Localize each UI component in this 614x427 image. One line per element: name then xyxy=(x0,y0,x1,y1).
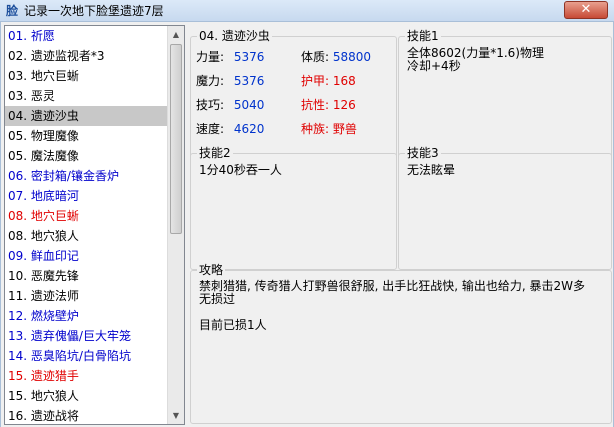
app-icon: 脸 xyxy=(5,4,18,18)
list-item[interactable]: 07. 地底暗河 xyxy=(5,186,168,206)
strength-value: 5376 xyxy=(233,50,265,64)
skill-value: 5040 xyxy=(233,98,265,112)
scroll-up-icon[interactable]: ▲ xyxy=(168,26,184,43)
skill2-title: 技能2 xyxy=(197,146,233,160)
skill-row: 技巧: 5040 xyxy=(196,97,264,113)
list-item[interactable]: 05. 物理魔像 xyxy=(5,126,168,146)
guide-title: 攻略 xyxy=(197,263,226,277)
resist-value: 126 xyxy=(332,98,356,112)
strength-row: 力量: 5376 xyxy=(196,49,264,65)
skill3-text: 无法眩晕 xyxy=(407,163,456,177)
magic-label: 魔力: xyxy=(196,74,225,88)
list-item[interactable]: 04. 遗迹沙虫 xyxy=(5,106,168,126)
race-row: 种族: 野兽 xyxy=(301,121,357,137)
race-value: 野兽 xyxy=(332,122,357,136)
list-item[interactable]: 02. 遗迹监视者*3 xyxy=(5,46,168,66)
scroll-thumb[interactable] xyxy=(170,44,182,234)
guide-group: 攻略 禁刺猎猎, 传奇猎人打野兽很舒服, 出手比狂战快, 输出也给力, 暴击2W… xyxy=(190,263,612,424)
stats-group: 04. 遗迹沙虫 力量: 5376 体质: 58800 魔力: 5376 护甲:… xyxy=(190,29,397,163)
skill1-text: 全体8602(力量*1.6)物理 冷却+4秒 xyxy=(407,46,544,73)
monster-list: 01. 祈愿 02. 遗迹监视者*3 03. 地穴巨蜥 03. 恶灵 04. 遗迹沙虫 0… xyxy=(5,26,168,424)
speed-row: 速度: 4620 xyxy=(196,121,264,137)
skill1-group: 技能1 全体8602(力量*1.6)物理 冷却+4秒 xyxy=(398,29,612,163)
constitution-row: 体质: 58800 xyxy=(301,49,371,65)
skill3-group: 技能3 无法眩晕 xyxy=(398,146,612,270)
list-item[interactable]: 03. 地穴巨蜥 xyxy=(5,66,168,86)
list-item[interactable]: 09. 鲜血印记 xyxy=(5,246,168,266)
list-item[interactable]: 15. 地穴狼人 xyxy=(5,386,168,406)
list-item[interactable]: 14. 恶臭陷坑/白骨陷坑 xyxy=(5,346,168,366)
list-item[interactable]: 11. 遗迹法师 xyxy=(5,286,168,306)
list-item[interactable]: 06. 密封箱/镶金香炉 xyxy=(5,166,168,186)
window-client: 01. 祈愿 02. 遗迹监视者*3 03. 地穴巨蜥 03. 恶灵 04. 遗迹沙虫 0… xyxy=(0,22,614,427)
monster-list-box: 01. 祈愿 02. 遗迹监视者*3 03. 地穴巨蜥 03. 恶灵 04. 遗迹沙虫 0… xyxy=(4,25,185,425)
skill2-text: 1分40秒吞一人 xyxy=(199,163,282,177)
list-item[interactable]: 10. 恶魔先锋 xyxy=(5,266,168,286)
list-item[interactable]: 01. 祈愿 xyxy=(5,26,168,46)
skill2-group: 技能2 1分40秒吞一人 xyxy=(190,146,397,270)
title-bar: 脸 记录一次地下脸堡遗迹7层 ✕ xyxy=(0,0,614,22)
window-title: 记录一次地下脸堡遗迹7层 xyxy=(24,4,164,18)
guide-text: 禁刺猎猎, 传奇猎人打野兽很舒服, 出手比狂战快, 输出也给力, 暴击2W多 无… xyxy=(199,279,586,332)
list-scrollbar[interactable]: ▲ ▼ xyxy=(167,26,184,424)
list-item[interactable]: 03. 恶灵 xyxy=(5,86,168,106)
list-item[interactable]: 13. 遗弃傀儡/巨大牢笼 xyxy=(5,326,168,346)
armor-value: 168 xyxy=(332,74,356,88)
armor-row: 护甲: 168 xyxy=(301,73,356,89)
skill-label: 技巧: xyxy=(196,98,225,112)
armor-label: 护甲: xyxy=(301,74,330,88)
resist-row: 抗性: 126 xyxy=(301,97,356,113)
list-item[interactable]: 05. 魔法魔像 xyxy=(5,146,168,166)
speed-value: 4620 xyxy=(233,122,265,136)
skill1-title: 技能1 xyxy=(405,29,441,43)
magic-row: 魔力: 5376 xyxy=(196,73,264,89)
list-item[interactable]: 12. 燃烧壁炉 xyxy=(5,306,168,326)
resist-label: 抗性: xyxy=(301,98,330,112)
stats-title: 04. 遗迹沙虫 xyxy=(197,29,272,43)
strength-label: 力量: xyxy=(196,50,225,64)
magic-value: 5376 xyxy=(233,74,265,88)
constitution-label: 体质: xyxy=(301,50,330,64)
scroll-down-icon[interactable]: ▼ xyxy=(168,407,184,424)
speed-label: 速度: xyxy=(196,122,225,136)
list-item[interactable]: 08. 地穴狼人 xyxy=(5,226,168,246)
race-label: 种族: xyxy=(301,122,330,136)
close-button[interactable]: ✕ xyxy=(564,1,608,19)
list-item[interactable]: 08. 地穴巨蜥 xyxy=(5,206,168,226)
list-item[interactable]: 15. 遗迹猎手 xyxy=(5,366,168,386)
constitution-value: 58800 xyxy=(332,50,372,64)
list-item[interactable]: 16. 遗迹战将 xyxy=(5,406,168,424)
skill3-title: 技能3 xyxy=(405,146,441,160)
